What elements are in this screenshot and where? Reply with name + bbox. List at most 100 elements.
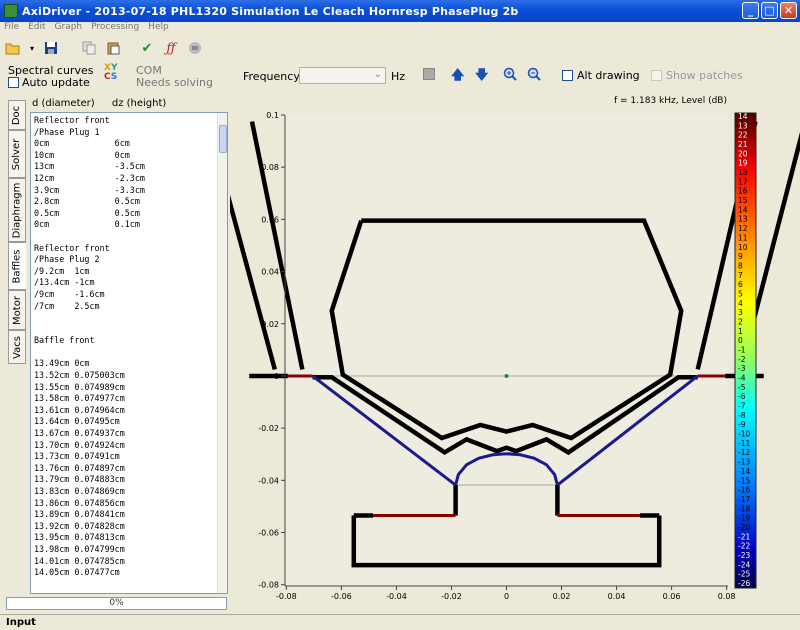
show-patches-checkbox[interactable]: Show patches — [651, 69, 743, 82]
colorbar-label: -1 — [738, 346, 746, 355]
tab-vacs[interactable]: Vacs — [8, 330, 26, 364]
menu-processing[interactable]: Processing — [91, 22, 139, 36]
colorbar-label: -5 — [738, 383, 746, 392]
editor-scrollbar[interactable] — [217, 113, 227, 593]
y-tick-label: -0.08 — [258, 581, 279, 590]
auto-update-checkbox[interactable]: Auto update — [8, 76, 90, 89]
checkbox-box[interactable] — [562, 70, 573, 81]
colorbar-label: -20 — [738, 523, 750, 532]
y-tick-label: 0.08 — [261, 163, 279, 172]
x-tick-label: -0.06 — [331, 592, 352, 601]
colorbar-label: -12 — [738, 448, 750, 457]
tab-solver[interactable]: Solver — [8, 130, 26, 178]
editor-header: d (diameter) dz (height) — [32, 98, 166, 109]
colorbar-label: 17 — [738, 177, 748, 186]
colorbar-label: -18 — [738, 504, 750, 513]
baffle-text-editor[interactable]: Reflector front /Phase Plug 1 0cm 6cm 10… — [30, 112, 228, 594]
x-tick-label: 0.06 — [663, 592, 681, 601]
arrow-down-icon[interactable]: 🡇 — [475, 66, 488, 88]
window-title: AxiDriver - 2013-07-18 PHL1320 Simulatio… — [22, 4, 519, 18]
check-icon[interactable]: ✔ — [138, 40, 156, 56]
colorbar-label: 14 — [738, 205, 748, 214]
tab-diaphragm[interactable]: Diaphragm — [8, 178, 26, 242]
zoom-in-icon[interactable] — [503, 67, 517, 84]
needs-solving-label: Needs solving — [136, 76, 214, 89]
menu-graph[interactable]: Graph — [55, 22, 83, 36]
colorbar-label: -26 — [738, 579, 750, 588]
y-tick-label: -0.04 — [258, 476, 279, 485]
save-icon[interactable] — [42, 40, 60, 56]
y-tick-label: 0 — [274, 372, 279, 381]
origin-marker — [504, 373, 509, 378]
colorbar-label: -22 — [738, 542, 750, 551]
tab-baffles[interactable]: Baffles — [8, 242, 26, 290]
colorbar-label: -13 — [738, 458, 750, 467]
progress-bar: 0% — [6, 597, 227, 610]
chevron-down-icon: ⌄ — [373, 69, 382, 80]
frequency-label: Frequency — [243, 70, 300, 83]
minimize-button[interactable]: _ — [742, 2, 759, 19]
zoom-out-icon[interactable] — [527, 67, 541, 84]
checkbox-box[interactable] — [8, 77, 19, 88]
colorbar-label: 13 — [738, 121, 748, 130]
y-tick-label: -0.06 — [258, 529, 279, 538]
y-tick-label: 0.1 — [266, 111, 279, 120]
dropdown-arrow-icon[interactable]: ▾ — [28, 40, 36, 56]
diameter-header: d (diameter) — [32, 98, 95, 109]
colorbar-label: 12 — [738, 224, 748, 233]
colorbar-label: -21 — [738, 532, 750, 541]
colorbar-label: 15 — [738, 196, 748, 205]
app-icon — [4, 4, 18, 18]
colorbar-label: 11 — [738, 233, 748, 242]
scrollbar-thumb[interactable] — [219, 125, 227, 153]
colorbar-label: -6 — [738, 392, 746, 401]
show-patches-label: Show patches — [666, 69, 743, 82]
geometry-plot[interactable]: -0.08 -0.06 -0.04 -0.02 0 0.02 0.04 0.06 0.08 0.1… — [205, 92, 800, 612]
menu-bar: File Edit Graph Processing Help — [0, 22, 800, 36]
colorbar-label: 3 — [738, 308, 743, 317]
menu-edit[interactable]: Edit — [28, 22, 45, 36]
maximize-button[interactable]: □ — [761, 2, 778, 19]
colorbar-label: -8 — [738, 411, 746, 420]
colorbar-label: 6 — [738, 280, 743, 289]
menu-file[interactable]: File — [4, 22, 19, 36]
x-tick-label: 0.04 — [608, 592, 626, 601]
colorbar-label: -19 — [738, 514, 750, 523]
open-folder-icon[interactable] — [4, 40, 22, 56]
colorbar-label: 1 — [738, 327, 743, 336]
title-bar: AxiDriver - 2013-07-18 PHL1320 Simulatio… — [0, 0, 800, 22]
x-tick-label: -0.04 — [386, 592, 407, 601]
x-tick-label: 0.02 — [553, 592, 571, 601]
plot-area[interactable]: -0.08 -0.06 -0.04 -0.02 0 0.02 0.04 0.06 0.08 0.1… — [205, 92, 800, 612]
tab-motor[interactable]: Motor — [8, 290, 26, 330]
copy-icon[interactable] — [80, 40, 98, 56]
colorbar-label: 13 — [738, 215, 748, 224]
stop-icon[interactable] — [186, 40, 204, 56]
colorbar-label: -3 — [738, 364, 746, 373]
grid-icon[interactable] — [423, 68, 435, 80]
colorbar-label: -2 — [738, 355, 746, 364]
close-button[interactable]: ✕ — [780, 2, 797, 19]
colorbar-label: -11 — [738, 439, 750, 448]
colorbar-label: 19 — [738, 159, 748, 168]
tab-doc[interactable]: Doc — [8, 100, 26, 130]
status-text: Input — [6, 617, 36, 628]
geometry-segment-2 — [205, 120, 277, 371]
progress-label: 0% — [109, 598, 124, 608]
y-tick-label: 0.06 — [261, 215, 279, 224]
x-tick-label: -0.08 — [276, 592, 297, 601]
checkbox-box[interactable] — [651, 70, 662, 81]
editor-content[interactable]: Reflector front /Phase Plug 1 0cm 6cm 10… — [31, 113, 227, 581]
colorbar-label: 10 — [738, 243, 748, 252]
menu-help[interactable]: Help — [148, 22, 169, 36]
colorbar-label: -4 — [738, 374, 746, 383]
alt-drawing-checkbox[interactable]: Alt drawing — [562, 69, 640, 82]
x-tick-label: 0.08 — [718, 592, 736, 601]
formula-icon[interactable]: ƒƒ — [162, 40, 180, 56]
frequency-select[interactable]: ⌄ — [299, 67, 386, 84]
x-tick-label: -0.02 — [441, 592, 462, 601]
arrow-up-icon[interactable]: 🡅 — [451, 66, 464, 88]
colorbar-label: 18 — [738, 168, 748, 177]
colorbar-label: 4 — [738, 299, 743, 308]
paste-icon[interactable] — [104, 40, 122, 56]
